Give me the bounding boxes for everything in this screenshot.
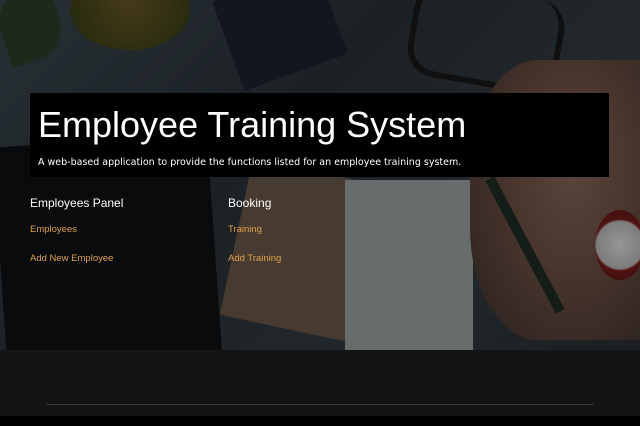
- add-new-employee-link[interactable]: Add New Employee: [30, 253, 123, 264]
- footer-divider: [46, 404, 594, 405]
- bottom-strip: [0, 416, 640, 426]
- booking-panel: Booking Training Add Training: [228, 196, 281, 264]
- page-subtitle: A web-based application to provide the f…: [38, 157, 462, 168]
- footer: [0, 350, 640, 416]
- employees-panel-heading: Employees Panel: [30, 196, 124, 210]
- page-title: Employee Training System: [38, 104, 467, 145]
- employees-link[interactable]: Employees: [30, 224, 123, 235]
- add-training-link[interactable]: Add Training: [228, 253, 281, 264]
- booking-panel-heading: Booking: [228, 196, 272, 210]
- training-link[interactable]: Training: [228, 224, 281, 235]
- employees-panel: Employees Panel Employees Add New Employ…: [30, 196, 123, 264]
- title-banner: Employee Training System A web-based app…: [30, 93, 609, 177]
